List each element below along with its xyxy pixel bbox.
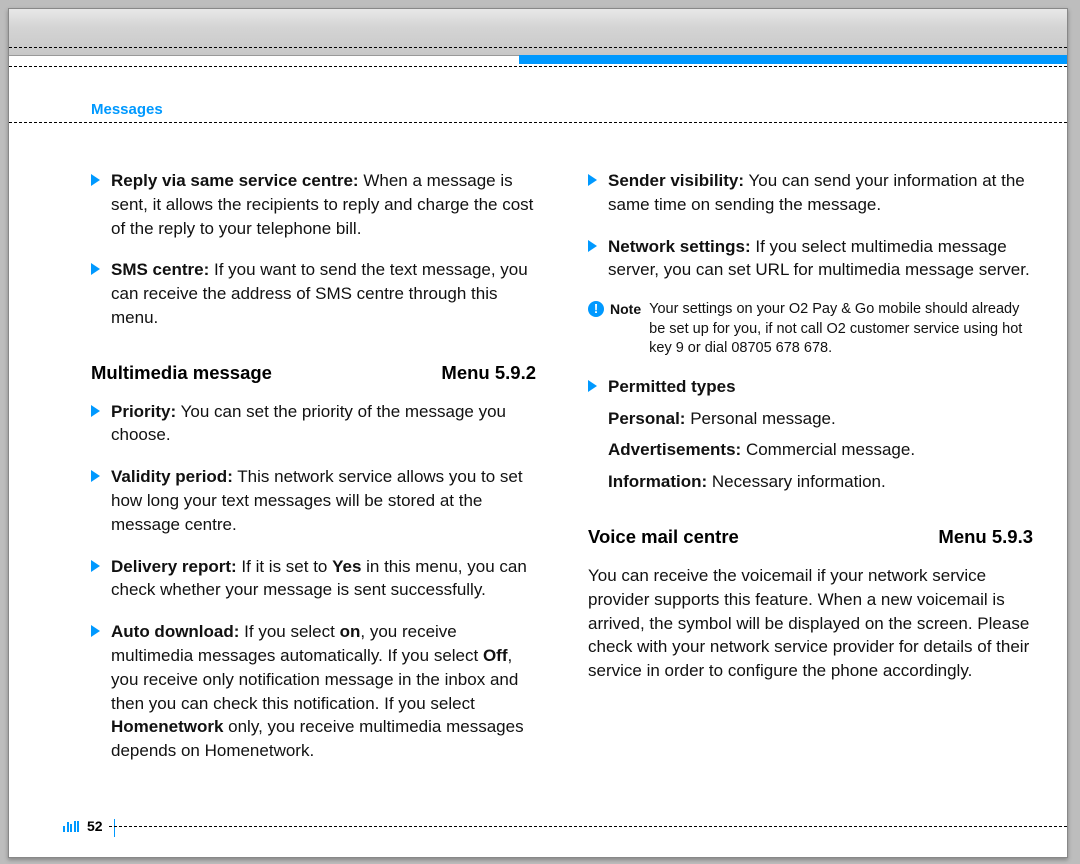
content-columns: Reply via same service centre: When a me…	[91, 169, 1033, 797]
section-multimedia-message: Multimedia message Menu 5.9.2	[91, 360, 536, 386]
right-column: Sender visibility: You can send your inf…	[588, 169, 1033, 797]
page-number-tick	[114, 819, 115, 837]
dashed-divider-under-head	[9, 122, 1067, 123]
bullet-auto-download: Auto download: If you select on, you rec…	[91, 620, 536, 763]
bullet-sender-visibility: Sender visibility: You can send your inf…	[588, 169, 1033, 217]
bullet-title: Auto download:	[111, 622, 239, 641]
page-number-bars-icon	[63, 821, 79, 832]
manual-page: Messages Reply via same service centre: …	[8, 8, 1068, 858]
note-text: Your settings on your O2 Pay & Go mobile…	[649, 300, 1033, 359]
bullet-title: Network settings:	[608, 237, 751, 256]
bullet-delivery-report: Delivery report: If it is set to Yes in …	[91, 555, 536, 603]
permitted-personal: Personal: Personal message.	[588, 407, 1033, 431]
bullet-title: Permitted types	[608, 377, 736, 396]
page-number-value: 52	[87, 818, 103, 834]
voicemail-paragraph: You can receive the voicemail if your ne…	[588, 564, 1033, 683]
bullet-title: Validity period:	[111, 467, 233, 486]
blue-accent-bar	[519, 55, 1067, 64]
dashed-divider-under-bar	[9, 66, 1067, 67]
permitted-advertisements: Advertisements: Commercial message.	[588, 438, 1033, 462]
bullet-permitted-types: Permitted types	[588, 375, 1033, 399]
running-head: Messages	[91, 101, 163, 118]
bullet-title: Delivery report:	[111, 557, 237, 576]
bullet-sms-centre: SMS centre: If you want to send the text…	[91, 258, 536, 329]
page-number: 52	[63, 818, 103, 834]
section-menu-ref: Menu 5.9.2	[441, 360, 536, 386]
bullet-title: Sender visibility:	[608, 171, 744, 190]
note-block: ! Note Your settings on your O2 Pay & Go…	[588, 300, 1033, 359]
note-label: Note	[610, 300, 641, 320]
permitted-information: Information: Necessary information.	[588, 470, 1033, 494]
bullet-title: Reply via same service centre:	[111, 171, 359, 190]
top-gradient-bar	[9, 9, 1067, 56]
bullet-validity-period: Validity period: This network service al…	[91, 465, 536, 536]
bullet-title: SMS centre:	[111, 260, 209, 279]
section-menu-ref: Menu 5.9.3	[938, 524, 1033, 550]
bullet-title: Priority:	[111, 402, 176, 421]
bullet-reply-service-centre: Reply via same service centre: When a me…	[91, 169, 536, 240]
section-title: Voice mail centre	[588, 524, 739, 550]
bullet-priority: Priority: You can set the priority of th…	[91, 400, 536, 448]
info-icon: !	[588, 301, 604, 317]
left-column: Reply via same service centre: When a me…	[91, 169, 536, 797]
dashed-divider-top	[9, 47, 1067, 48]
bullet-network-settings: Network settings: If you select multimed…	[588, 235, 1033, 283]
section-voice-mail-centre: Voice mail centre Menu 5.9.3	[588, 524, 1033, 550]
section-title: Multimedia message	[91, 360, 272, 386]
dashed-divider-bottom	[109, 826, 1067, 827]
